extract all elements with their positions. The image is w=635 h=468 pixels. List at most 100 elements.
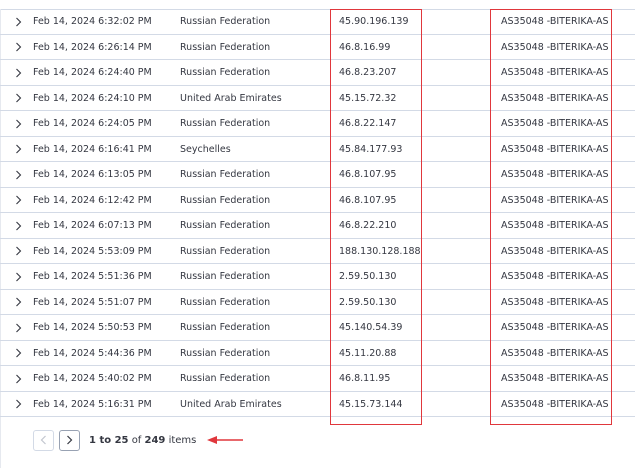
- expand-row-button[interactable]: [12, 137, 24, 162]
- pagination-items-label: items: [168, 434, 197, 446]
- chevron-right-icon: [15, 348, 21, 358]
- table-row[interactable]: Feb 14, 2024 6:13:05 PM Russian Federati…: [0, 162, 635, 188]
- row-timestamp: Feb 14, 2024 6:07:13 PM: [33, 220, 152, 231]
- row-asn: AS35048 -BITERIKA-AS: [501, 143, 609, 155]
- pagination-of: of: [131, 434, 142, 446]
- row-ip-address: 45.11.20.88: [339, 347, 397, 359]
- row-timestamp: Feb 14, 2024 6:26:14 PM: [33, 41, 152, 53]
- expand-row-button[interactable]: [12, 162, 24, 187]
- table-row[interactable]: Feb 14, 2024 5:16:31 PM United Arab Emir…: [0, 392, 635, 417]
- row-ip-address: 46.8.23.207: [339, 67, 397, 78]
- row-timestamp: Feb 14, 2024 6:32:02 PM: [33, 16, 152, 27]
- row-timestamp: Feb 14, 2024 6:13:05 PM: [33, 169, 152, 180]
- row-timestamp: Feb 14, 2024 5:53:09 PM: [33, 245, 152, 257]
- row-country: United Arab Emirates: [180, 92, 282, 104]
- table-row[interactable]: Feb 14, 2024 5:51:36 PM Russian Federati…: [0, 264, 635, 290]
- row-ip-address: 45.15.73.144: [339, 398, 403, 410]
- expand-row-button[interactable]: [12, 111, 24, 136]
- row-asn: AS35048 -BITERIKA-AS: [501, 41, 609, 53]
- row-country: Russian Federation: [180, 41, 271, 53]
- chevron-right-icon: [15, 272, 21, 281]
- row-asn: AS35048 -BITERIKA-AS: [501, 92, 609, 104]
- row-asn: AS35048 -BITERIKA-AS: [501, 322, 609, 333]
- row-ip-address: 46.8.11.95: [339, 373, 391, 384]
- expand-row-button[interactable]: [12, 213, 24, 238]
- table-row[interactable]: Feb 14, 2024 5:44:36 PM Russian Federati…: [0, 341, 635, 366]
- row-asn: AS35048 -BITERIKA-AS: [501, 169, 609, 180]
- row-timestamp: Feb 14, 2024 5:44:36 PM: [33, 347, 152, 359]
- row-ip-address: 2.59.50.130: [339, 296, 397, 308]
- row-timestamp: Feb 14, 2024 5:50:53 PM: [33, 322, 152, 333]
- row-timestamp: Feb 14, 2024 5:40:02 PM: [33, 373, 152, 384]
- chevron-right-icon: [15, 93, 21, 103]
- chevron-right-icon: [15, 170, 21, 179]
- row-country: Russian Federation: [180, 347, 271, 359]
- row-ip-address: 45.140.54.39: [339, 322, 403, 333]
- table-row[interactable]: Feb 14, 2024 6:24:05 PM Russian Federati…: [0, 111, 635, 137]
- row-timestamp: Feb 14, 2024 6:24:40 PM: [33, 67, 152, 78]
- row-country: Russian Federation: [180, 16, 271, 27]
- expand-row-button[interactable]: [12, 264, 24, 289]
- previous-page-button[interactable]: [33, 429, 54, 451]
- chevron-left-icon: [40, 435, 46, 445]
- row-ip-address: 46.8.107.95: [339, 194, 397, 206]
- expand-row-button[interactable]: [12, 290, 24, 315]
- next-page-button[interactable]: [59, 429, 80, 451]
- chevron-right-icon: [15, 42, 21, 52]
- table-row[interactable]: Feb 14, 2024 6:12:42 PM Russian Federati…: [0, 188, 635, 213]
- expand-row-button[interactable]: [12, 35, 24, 60]
- chevron-right-icon: [15, 323, 21, 332]
- row-country: Russian Federation: [180, 118, 271, 129]
- table-row[interactable]: Feb 14, 2024 5:50:53 PM Russian Federati…: [0, 315, 635, 341]
- table-row[interactable]: Feb 14, 2024 6:16:41 PM Seychelles 45.84…: [0, 137, 635, 162]
- row-asn: AS35048 -BITERIKA-AS: [501, 347, 609, 359]
- table-row[interactable]: Feb 14, 2024 5:53:09 PM Russian Federati…: [0, 239, 635, 264]
- row-country: Russian Federation: [180, 67, 271, 78]
- row-asn: AS35048 -BITERIKA-AS: [501, 118, 609, 129]
- chevron-right-icon: [15, 119, 21, 128]
- expand-row-button[interactable]: [12, 239, 24, 264]
- expand-row-button[interactable]: [12, 86, 24, 111]
- table-row[interactable]: Feb 14, 2024 5:51:07 PM Russian Federati…: [0, 290, 635, 315]
- row-asn: AS35048 -BITERIKA-AS: [501, 271, 609, 282]
- expand-row-button[interactable]: [12, 60, 24, 85]
- table-row[interactable]: Feb 14, 2024 5:40:02 PM Russian Federati…: [0, 366, 635, 392]
- row-timestamp: Feb 14, 2024 6:16:41 PM: [33, 143, 152, 155]
- chevron-right-icon: [15, 17, 21, 26]
- expand-row-button[interactable]: [12, 341, 24, 366]
- row-asn: AS35048 -BITERIKA-AS: [501, 67, 609, 78]
- row-ip-address: 46.8.16.99: [339, 41, 391, 53]
- row-country: Russian Federation: [180, 322, 271, 333]
- expand-row-button[interactable]: [12, 366, 24, 391]
- expand-row-button[interactable]: [12, 188, 24, 213]
- chevron-right-icon: [15, 144, 21, 154]
- pagination-summary: 1 to 25 of 249 items: [89, 435, 196, 446]
- chevron-right-icon: [15, 246, 21, 256]
- row-ip-address: 46.8.107.95: [339, 169, 397, 180]
- chevron-right-icon: [15, 221, 21, 230]
- row-timestamp: Feb 14, 2024 5:51:36 PM: [33, 271, 152, 282]
- table-row[interactable]: Feb 14, 2024 6:26:14 PM Russian Federati…: [0, 35, 635, 60]
- row-timestamp: Feb 14, 2024 6:12:42 PM: [33, 194, 152, 206]
- chevron-right-icon: [15, 374, 21, 383]
- table-row[interactable]: Feb 14, 2024 6:07:13 PM Russian Federati…: [0, 213, 635, 239]
- expand-row-button[interactable]: [12, 392, 24, 417]
- table-row[interactable]: Feb 14, 2024 6:24:10 PM United Arab Emir…: [0, 86, 635, 111]
- row-country: Russian Federation: [180, 194, 271, 206]
- table-row[interactable]: Feb 14, 2024 6:24:40 PM Russian Federati…: [0, 60, 635, 86]
- row-ip-address: 46.8.22.210: [339, 220, 397, 231]
- row-timestamp: Feb 14, 2024 5:16:31 PM: [33, 398, 152, 410]
- row-asn: AS35048 -BITERIKA-AS: [501, 296, 609, 308]
- expand-row-button[interactable]: [12, 315, 24, 340]
- row-country: Russian Federation: [180, 296, 271, 308]
- row-ip-address: 188.130.128.188: [339, 245, 421, 257]
- row-asn: AS35048 -BITERIKA-AS: [501, 194, 609, 206]
- chevron-right-icon: [15, 68, 21, 77]
- table-row[interactable]: Feb 14, 2024 6:32:02 PM Russian Federati…: [0, 9, 635, 35]
- expand-row-button[interactable]: [12, 9, 24, 34]
- chevron-right-icon: [15, 297, 21, 307]
- chevron-right-icon: [15, 399, 21, 409]
- row-ip-address: 46.8.22.147: [339, 118, 397, 129]
- pagination: 1 to 25 of 249 items: [33, 429, 196, 451]
- row-ip-address: 45.84.177.93: [339, 143, 403, 155]
